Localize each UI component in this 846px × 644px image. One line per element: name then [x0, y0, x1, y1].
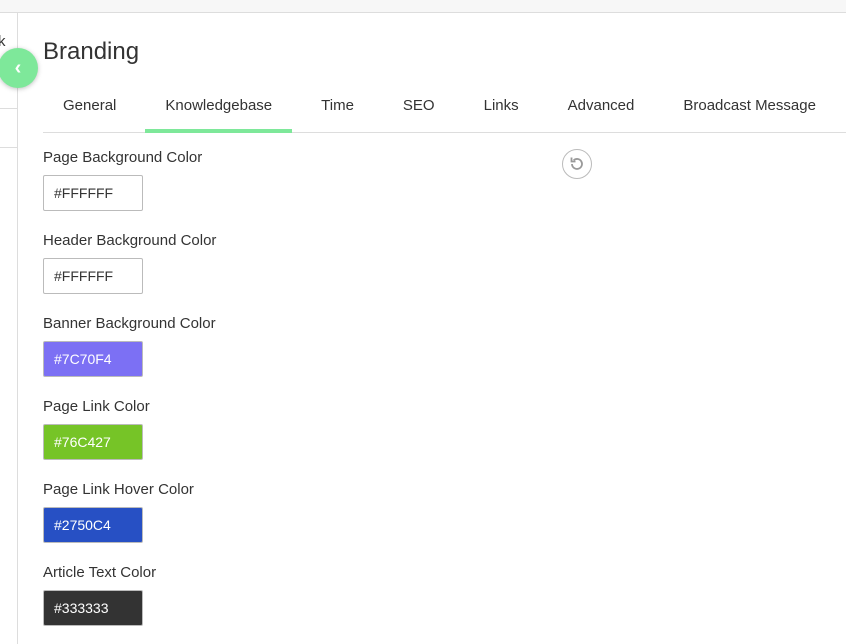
color-field: Article Text Color #333333 [43, 564, 156, 626]
tab-time[interactable]: Time [301, 86, 374, 132]
color-input[interactable]: #7C70F4 [43, 341, 143, 377]
reset-icon [570, 157, 583, 170]
divider [0, 108, 17, 109]
color-input[interactable]: #2750C4 [43, 507, 143, 543]
field-label: Article Text Color [43, 564, 157, 581]
reset-button[interactable] [562, 149, 592, 179]
field-label: Header Background Color [43, 232, 217, 249]
color-field: Page Link Color #76C427 [43, 398, 150, 460]
tab-links[interactable]: Links [464, 86, 539, 132]
color-field: Header Background Color #FFFFFF [43, 232, 216, 294]
tab-broadcast-message[interactable]: Broadcast Message [663, 86, 836, 132]
collapse-sidebar-button[interactable]: ‹ [0, 48, 38, 88]
tab-knowledgebase[interactable]: Knowledgebase [145, 86, 292, 133]
field-label: Page Link Color [43, 398, 150, 415]
field-label: Page Background Color [43, 149, 203, 166]
tab-advanced[interactable]: Advanced [548, 86, 655, 132]
top-bar [0, 0, 846, 13]
tab-seo[interactable]: SEO [383, 86, 455, 132]
field-label: Banner Background Color [43, 315, 216, 332]
color-input[interactable]: #FFFFFF [43, 175, 143, 211]
field-label: Page Link Hover Color [43, 481, 194, 498]
color-field: Banner Background Color #7C70F4 [43, 315, 216, 377]
color-input[interactable]: #333333 [43, 590, 143, 626]
sidebar-partial-text[interactable]: k [0, 33, 6, 50]
tab-general[interactable]: General [43, 86, 136, 132]
color-input[interactable]: #76C427 [43, 424, 143, 460]
color-field: Page Link Hover Color #2750C4 [43, 481, 194, 543]
tab-bar: General Knowledgebase Time SEO Links Advanced… [43, 86, 846, 133]
chevron-left-icon: ‹ [14, 56, 22, 79]
divider [0, 147, 17, 148]
color-input[interactable]: #FFFFFF [43, 258, 143, 294]
sidebar: k [0, 13, 18, 644]
color-field: Page Background Color #FFFFFF [43, 149, 202, 211]
page-title: Branding [43, 38, 140, 65]
